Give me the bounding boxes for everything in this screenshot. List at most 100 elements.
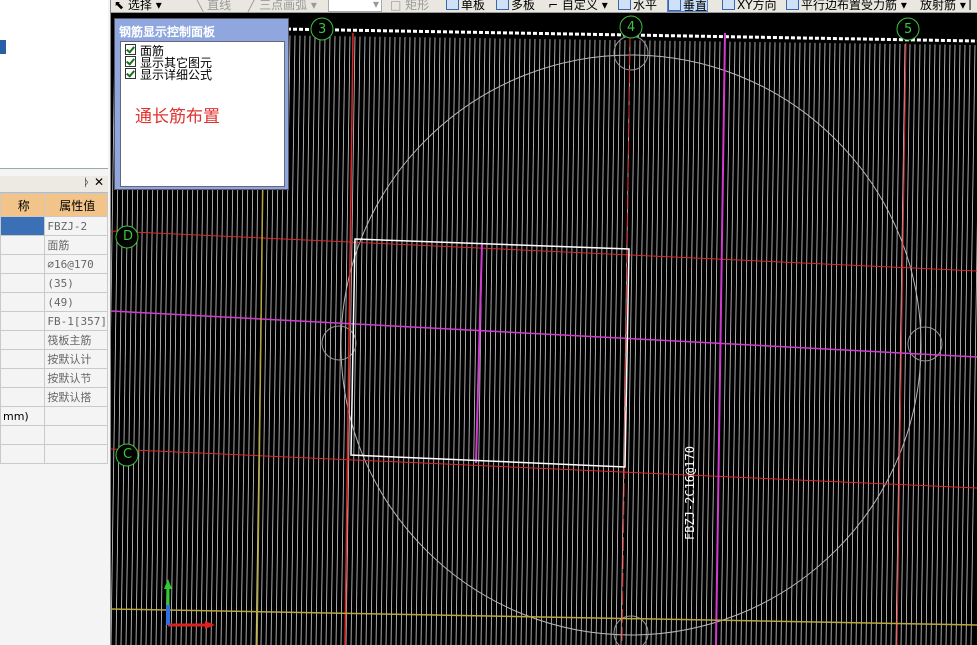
axis-label-4: 4: [627, 20, 636, 35]
property-value[interactable]: 按默认计: [44, 349, 108, 369]
property-table: 称 属性值 FBZJ-2 面筋 ⌀16@170 (35) (49) FB-1[357] 筏板…: [0, 193, 108, 464]
line-label: 直线: [207, 0, 232, 12]
property-row[interactable]: [0, 444, 108, 464]
property-panel-titlebar: ᚦ ✕: [0, 175, 108, 193]
property-name: [0, 311, 46, 331]
parallel-edge-button[interactable]: 平行边布置受力筋 ▾: [786, 0, 907, 12]
pointer-icon: ⬉: [114, 0, 125, 12]
axis-label-3: 3: [318, 22, 327, 37]
rebar-display-control-panel: 钢筋显示控制面板 面筋 显示其它图元 显示详细公式 通长筋布置: [114, 18, 289, 190]
column-header-name: 称: [0, 193, 46, 217]
property-row[interactable]: ⌀16@170: [0, 254, 108, 274]
horizontal-label: 水平: [633, 0, 658, 12]
property-row[interactable]: FBZJ-2: [0, 216, 108, 236]
property-value[interactable]: 面筋: [44, 235, 108, 255]
property-name: [0, 235, 46, 255]
property-row[interactable]: 按默认搭: [0, 387, 108, 407]
property-row[interactable]: (49): [0, 292, 108, 312]
more-button[interactable]: |: [968, 0, 972, 10]
checkbox-show-other[interactable]: [125, 56, 136, 67]
select-label: 选择: [127, 0, 152, 12]
property-value[interactable]: 筏板主筋: [44, 330, 108, 350]
property-value[interactable]: 按默认节: [44, 368, 108, 388]
close-icon[interactable]: ✕: [94, 175, 104, 189]
property-name: [0, 425, 46, 445]
property-value[interactable]: ⌀16@170: [44, 254, 108, 274]
single-board-label: 单板: [461, 0, 486, 12]
property-value[interactable]: [44, 425, 108, 445]
xy-direction-icon: [722, 0, 735, 10]
property-row[interactable]: 按默认计: [0, 349, 108, 369]
pin-icon[interactable]: ᚦ: [83, 176, 90, 189]
axis-label-5: 5: [904, 22, 913, 37]
arc-dropdown[interactable]: ▾: [328, 0, 382, 12]
vertical-icon: [668, 0, 681, 11]
property-row[interactable]: 面筋: [0, 235, 108, 255]
vertical-button[interactable]: 垂直: [667, 0, 709, 13]
multi-board-label: 多板: [511, 0, 536, 12]
property-name: [0, 292, 46, 312]
arc-icon: ╱: [248, 0, 256, 12]
axis-label-d: D: [123, 229, 134, 244]
property-row[interactable]: 按默认节: [0, 368, 108, 388]
column-header-value: 属性值: [44, 193, 108, 217]
property-value[interactable]: 按默认搭: [44, 387, 108, 407]
checkbox-face-rebar[interactable]: [125, 44, 136, 55]
property-row[interactable]: FB-1[357]: [0, 311, 108, 331]
rebar-label[interactable]: FBZJ-2C16@170: [683, 446, 697, 540]
rect-button[interactable]: □ 矩形: [390, 0, 430, 12]
property-row[interactable]: (35): [0, 273, 108, 293]
property-row[interactable]: [0, 425, 108, 445]
axis-label-c: C: [123, 447, 133, 462]
left-panel: ᚦ ✕ 称 属性值 FBZJ-2 面筋 ⌀16@170 (35) (49) FB-1[35…: [0, 0, 111, 645]
multi-board-button[interactable]: 多板: [496, 0, 536, 12]
rect-label: 矩形: [405, 0, 430, 12]
property-value[interactable]: [44, 406, 108, 426]
custom-label: 自定义: [561, 0, 598, 12]
radial-rebar-button[interactable]: 放射筋 ▾: [920, 0, 966, 12]
property-name: [0, 349, 46, 369]
property-name: [0, 216, 46, 236]
checkbox-show-formula[interactable]: [125, 68, 136, 79]
property-row[interactable]: mm): [0, 406, 108, 426]
arc-label: 三点画弧: [259, 0, 308, 12]
tree-selection[interactable]: [0, 40, 6, 54]
custom-icon: ⌐: [548, 0, 559, 12]
multi-board-icon: [496, 0, 509, 10]
property-value[interactable]: FBZJ-2: [44, 216, 108, 236]
property-value[interactable]: FB-1[357]: [44, 311, 108, 331]
toolbar: ⬉ 选择 ▾ ╲ 直线 ╱ 三点画弧 ▾ ▾ □ 矩形 单板 多板 ⌐ 自定义 …: [110, 0, 977, 13]
select-button[interactable]: ⬉ 选择 ▾: [114, 0, 162, 12]
property-name: mm): [0, 406, 46, 426]
property-row[interactable]: 筏板主筋: [0, 330, 108, 350]
option-show-formula[interactable]: 显示详细公式: [125, 68, 212, 81]
property-value[interactable]: (49): [44, 292, 108, 312]
component-tree[interactable]: [0, 0, 108, 169]
horizontal-button[interactable]: 水平: [618, 0, 658, 12]
single-board-icon: [446, 0, 459, 10]
property-name: [0, 444, 46, 464]
parallel-edge-icon: [786, 0, 799, 10]
line-button[interactable]: ╲ 直线: [196, 0, 232, 12]
custom-button[interactable]: ⌐ 自定义 ▾: [548, 0, 608, 12]
property-name: [0, 254, 46, 274]
property-name: [0, 273, 46, 293]
control-panel-body: 面筋 显示其它图元 显示详细公式 通长筋布置: [120, 41, 285, 187]
xy-direction-label: XY方向: [737, 0, 777, 12]
property-name: [0, 368, 46, 388]
single-board-button[interactable]: 单板: [446, 0, 486, 12]
parallel-edge-label: 平行边布置受力筋: [801, 0, 898, 12]
vertical-label: 垂直: [683, 0, 708, 13]
horizontal-icon: [618, 0, 631, 10]
control-panel-title[interactable]: 钢筋显示控制面板: [119, 23, 215, 40]
arc-button[interactable]: ╱ 三点画弧 ▾: [248, 0, 317, 12]
property-name: [0, 387, 46, 407]
property-value[interactable]: [44, 444, 108, 464]
rect-icon: □: [390, 0, 402, 12]
xy-direction-button[interactable]: XY方向: [722, 0, 777, 12]
property-value[interactable]: (35): [44, 273, 108, 293]
line-icon: ╲: [196, 0, 204, 12]
radial-rebar-label: 放射筋: [920, 0, 957, 12]
chevron-down-icon: ▾: [372, 0, 379, 11]
option-show-formula-label: 显示详细公式: [140, 68, 213, 82]
